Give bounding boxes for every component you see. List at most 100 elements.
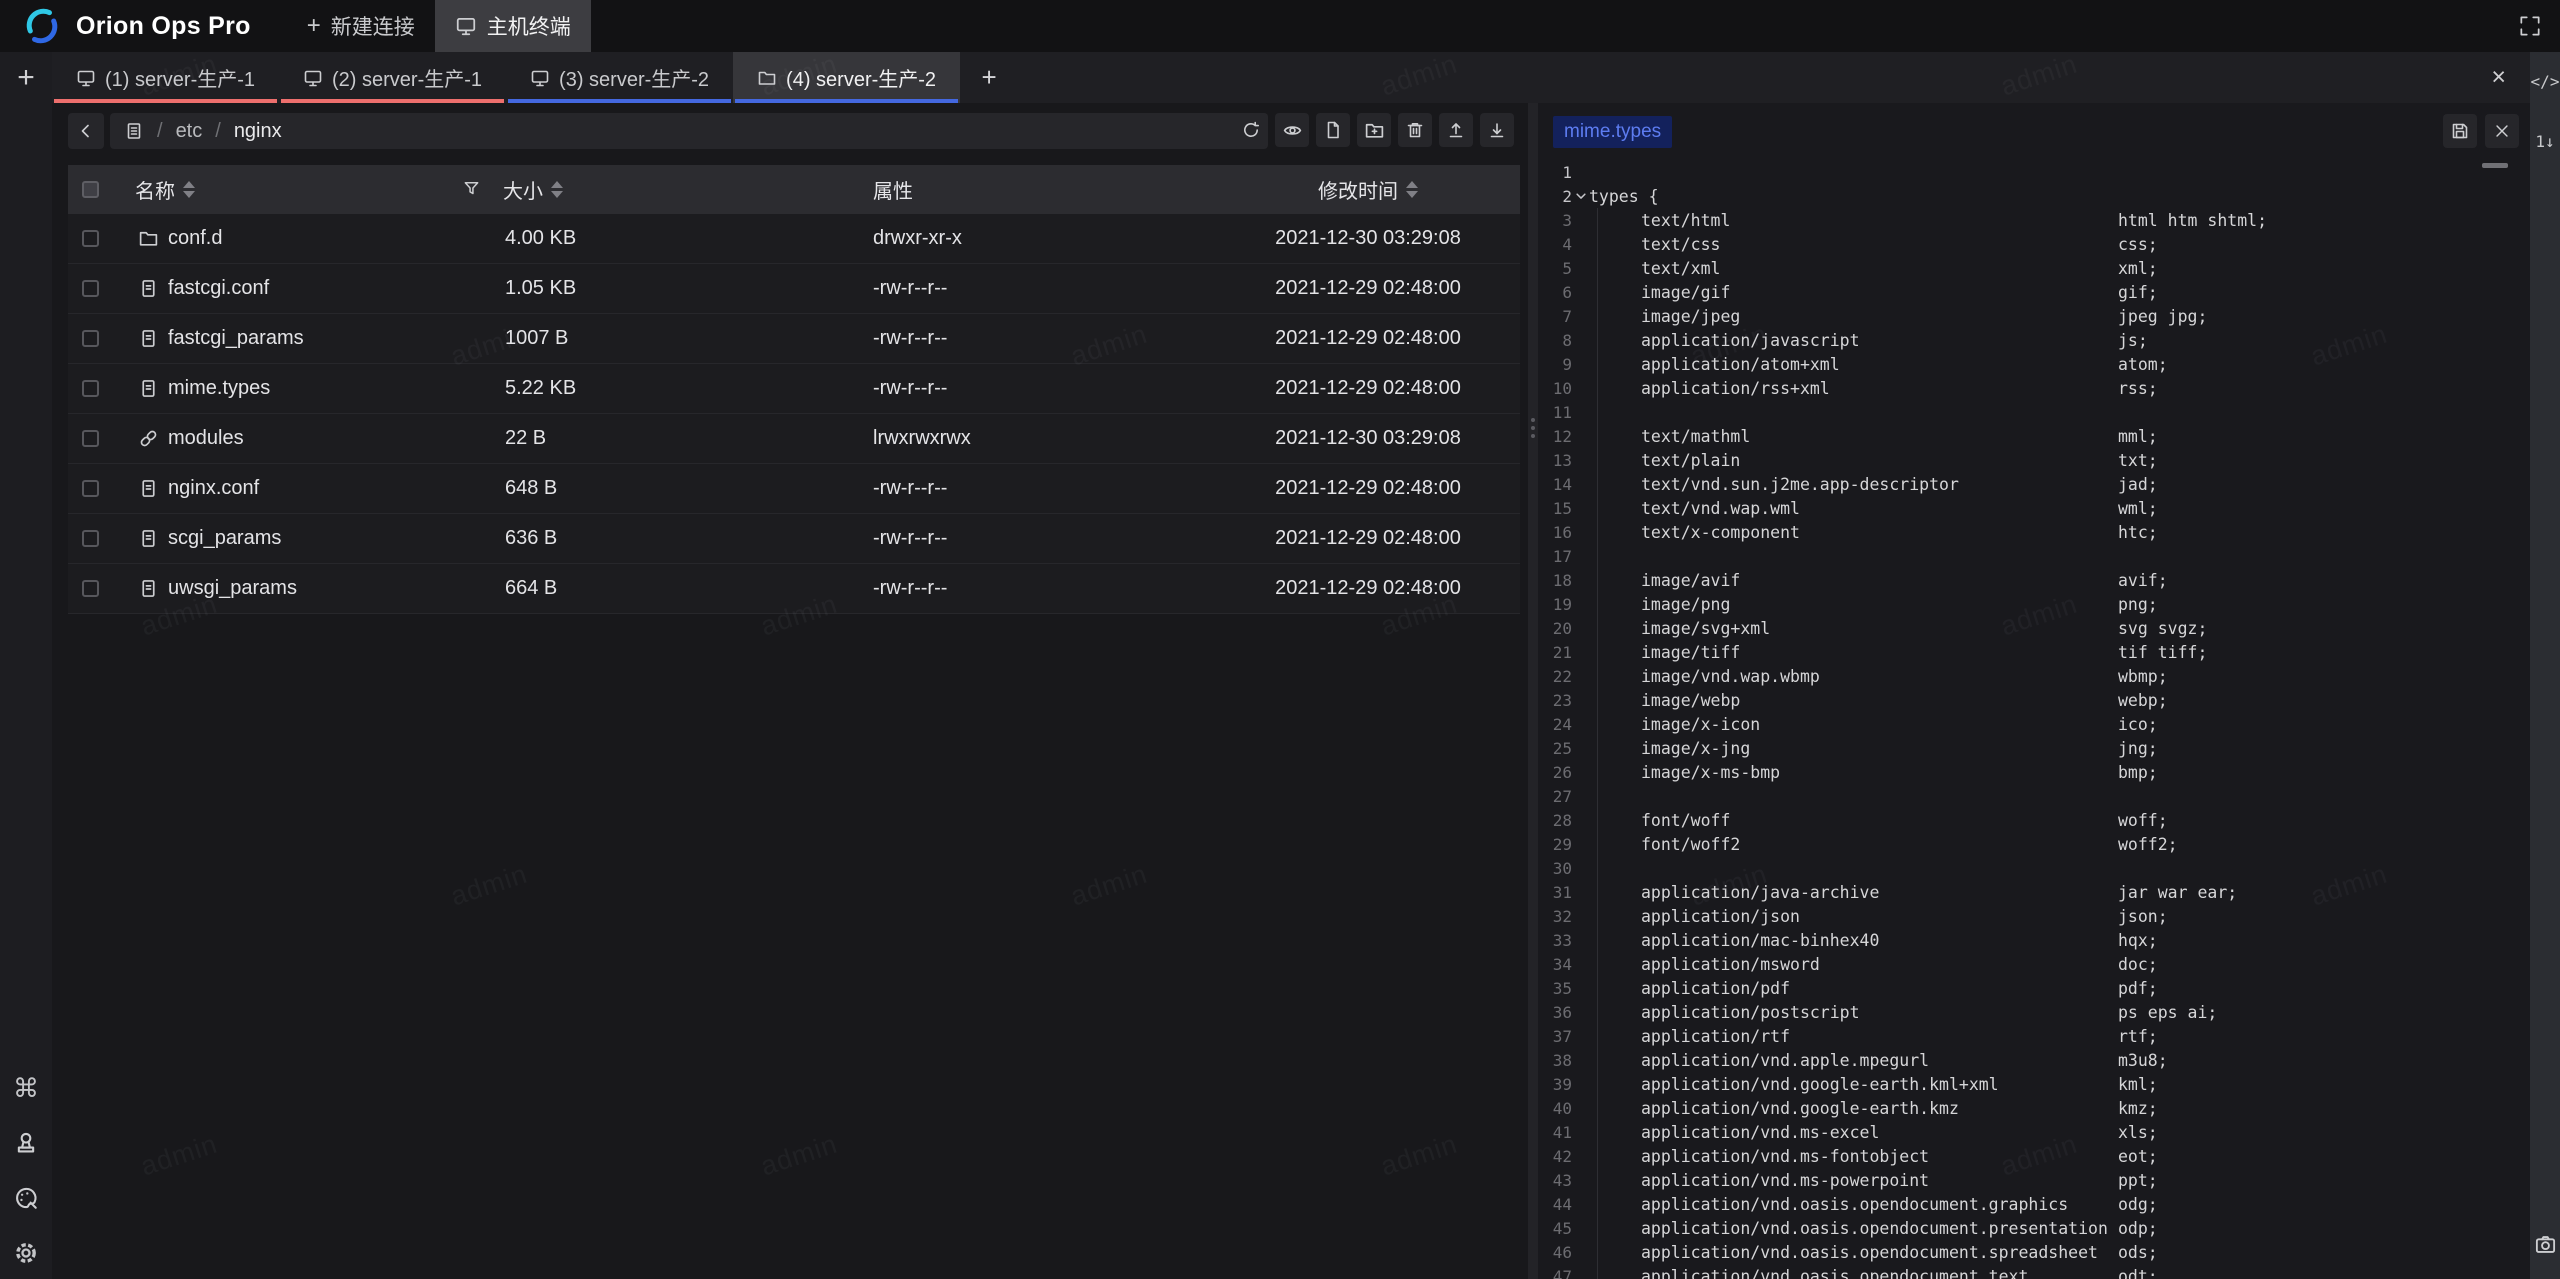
file-name[interactable]: uwsgi_params <box>168 564 297 613</box>
delete-button[interactable] <box>1398 113 1432 147</box>
code-line[interactable]: 1 <box>1538 160 2530 184</box>
code-line[interactable]: 44 application/vnd.oasis.opendocument.gr… <box>1538 1192 2530 1216</box>
close-panel-icon[interactable]: × <box>2491 52 2506 103</box>
fold-chevron-icon[interactable] <box>1572 189 1589 203</box>
file-name[interactable]: conf.d <box>168 214 222 263</box>
code-line[interactable]: 47 application/vnd.oasis.opendocument.te… <box>1538 1264 2530 1279</box>
row-checkbox[interactable] <box>82 380 99 397</box>
code-line[interactable]: 43 application/vnd.ms-powerpoint ppt; <box>1538 1168 2530 1192</box>
editor-close-button[interactable] <box>2485 114 2519 148</box>
code-line[interactable]: 25 image/x-jng jng; <box>1538 736 2530 760</box>
code-line[interactable]: 27 <box>1538 784 2530 808</box>
code-line[interactable]: 38 application/vnd.apple.mpegurl m3u8; <box>1538 1048 2530 1072</box>
file-row[interactable]: mime.types 5.22 KB -rw-r--r-- 2021-12-29… <box>68 364 1520 414</box>
code-line[interactable]: 33 application/mac-binhex40 hqx; <box>1538 928 2530 952</box>
stamp-icon[interactable] <box>12 1129 40 1157</box>
code-line[interactable]: 26 image/x-ms-bmp bmp; <box>1538 760 2530 784</box>
code-line[interactable]: 4 text/css css; <box>1538 232 2530 256</box>
row-checkbox[interactable] <box>82 530 99 547</box>
save-button[interactable] <box>2443 114 2477 148</box>
code-line[interactable]: 9 application/atom+xml atom; <box>1538 352 2530 376</box>
code-line[interactable]: 7 image/jpeg jpeg jpg; <box>1538 304 2530 328</box>
terminal-tab[interactable]: (2) server-生产-1 <box>279 52 506 103</box>
code-editor[interactable]: 1 2 types { 3 text/html html htm shtml; … <box>1538 160 2530 1279</box>
row-checkbox[interactable] <box>82 580 99 597</box>
code-view-icon[interactable]: </> <box>2530 66 2560 96</box>
code-line[interactable]: 23 image/webp webp; <box>1538 688 2530 712</box>
line-sort-icon[interactable]: 1↓ <box>2530 126 2560 156</box>
row-checkbox[interactable] <box>82 330 99 347</box>
row-checkbox[interactable] <box>82 230 99 247</box>
code-line[interactable]: 18 image/avif avif; <box>1538 568 2530 592</box>
sort-name-control[interactable] <box>183 181 195 198</box>
file-name[interactable]: modules <box>168 414 244 463</box>
file-name[interactable]: fastcgi_params <box>168 314 304 363</box>
code-line[interactable]: 16 text/x-component htc; <box>1538 520 2530 544</box>
breadcrumb-segment-etc[interactable]: etc <box>176 120 203 143</box>
file-row[interactable]: fastcgi.conf 1.05 KB -rw-r--r-- 2021-12-… <box>68 264 1520 314</box>
code-line[interactable]: 6 image/gif gif; <box>1538 280 2530 304</box>
filter-funnel-icon[interactable] <box>462 179 481 198</box>
fullscreen-button[interactable] <box>2516 12 2544 40</box>
file-row[interactable]: nginx.conf 648 B -rw-r--r-- 2021-12-29 0… <box>68 464 1520 514</box>
file-name[interactable]: mime.types <box>168 364 270 413</box>
column-header-mtime[interactable]: 修改时间 <box>1318 175 1398 204</box>
screenshot-camera-icon[interactable] <box>2530 1229 2560 1259</box>
palette-icon[interactable] <box>12 1184 40 1212</box>
code-line[interactable]: 32 application/json json; <box>1538 904 2530 928</box>
code-line[interactable]: 34 application/msword doc; <box>1538 952 2530 976</box>
code-line[interactable]: 45 application/vnd.oasis.opendocument.pr… <box>1538 1216 2530 1240</box>
code-line[interactable]: 37 application/rtf rtf; <box>1538 1024 2530 1048</box>
open-file-badge[interactable]: mime.types <box>1553 116 1672 148</box>
code-line[interactable]: 21 image/tiff tif tiff; <box>1538 640 2530 664</box>
terminal-tab[interactable]: (3) server-生产-2 <box>506 52 733 103</box>
code-line[interactable]: 17 <box>1538 544 2530 568</box>
code-line[interactable]: 22 image/vnd.wap.wbmp wbmp; <box>1538 664 2530 688</box>
column-header-size[interactable]: 大小 <box>503 175 543 204</box>
new-connection-plus-button[interactable]: + <box>8 60 44 96</box>
code-line[interactable]: 42 application/vnd.ms-fontobject eot; <box>1538 1144 2530 1168</box>
code-line[interactable]: 36 application/postscript ps eps ai; <box>1538 1000 2530 1024</box>
upload-button[interactable] <box>1439 113 1473 147</box>
row-checkbox[interactable] <box>82 430 99 447</box>
add-tab-button[interactable]: + <box>960 52 1018 103</box>
file-row[interactable]: scgi_params 636 B -rw-r--r-- 2021-12-29 … <box>68 514 1520 564</box>
terminal-tab[interactable]: (4) server-生产-2 <box>733 52 960 103</box>
code-line[interactable]: 28 font/woff woff; <box>1538 808 2530 832</box>
code-line[interactable]: 24 image/x-icon ico; <box>1538 712 2530 736</box>
file-row[interactable]: uwsgi_params 664 B -rw-r--r-- 2021-12-29… <box>68 564 1520 614</box>
code-line[interactable]: 30 <box>1538 856 2530 880</box>
terminal-tab[interactable]: (1) server-生产-1 <box>52 52 279 103</box>
code-line[interactable]: 35 application/pdf pdf; <box>1538 976 2530 1000</box>
code-line[interactable]: 20 image/svg+xml svg svgz; <box>1538 616 2530 640</box>
row-checkbox[interactable] <box>82 280 99 297</box>
breadcrumb[interactable]: / etc / nginx <box>110 113 1268 149</box>
column-header-name[interactable]: 名称 <box>135 175 175 204</box>
code-line[interactable]: 29 font/woff2 woff2; <box>1538 832 2530 856</box>
menu-item-new-connection[interactable]: + 新建连接 <box>287 0 435 52</box>
command-icon[interactable]: ⌘ <box>12 1074 40 1102</box>
file-row[interactable]: conf.d 4.00 KB drwxr-xr-x 2021-12-30 03:… <box>68 214 1520 264</box>
breadcrumb-segment-nginx[interactable]: nginx <box>234 120 282 143</box>
code-line[interactable]: 8 application/javascript js; <box>1538 328 2530 352</box>
new-folder-button[interactable] <box>1357 113 1391 147</box>
code-line[interactable]: 39 application/vnd.google-earth.kml+xml … <box>1538 1072 2530 1096</box>
file-row[interactable]: modules 22 B lrwxrwxrwx 2021-12-30 03:29… <box>68 414 1520 464</box>
settings-gear-icon[interactable] <box>12 1239 40 1267</box>
preview-button[interactable] <box>1275 113 1309 147</box>
row-checkbox[interactable] <box>82 480 99 497</box>
code-line[interactable]: 3 text/html html htm shtml; <box>1538 208 2530 232</box>
sort-size-control[interactable] <box>551 181 563 198</box>
code-line[interactable]: 11 <box>1538 400 2530 424</box>
file-name[interactable]: nginx.conf <box>168 464 259 513</box>
file-name[interactable]: scgi_params <box>168 514 281 563</box>
editor-scrollbar-thumb[interactable] <box>2482 163 2508 168</box>
back-button[interactable] <box>68 113 104 149</box>
file-name[interactable]: fastcgi.conf <box>168 264 269 313</box>
code-line[interactable]: 15 text/vnd.wap.wml wml; <box>1538 496 2530 520</box>
code-line[interactable]: 10 application/rss+xml rss; <box>1538 376 2530 400</box>
refresh-button[interactable] <box>1234 113 1268 147</box>
sort-mtime-control[interactable] <box>1406 181 1418 198</box>
code-line[interactable]: 13 text/plain txt; <box>1538 448 2530 472</box>
code-line[interactable]: 41 application/vnd.ms-excel xls; <box>1538 1120 2530 1144</box>
